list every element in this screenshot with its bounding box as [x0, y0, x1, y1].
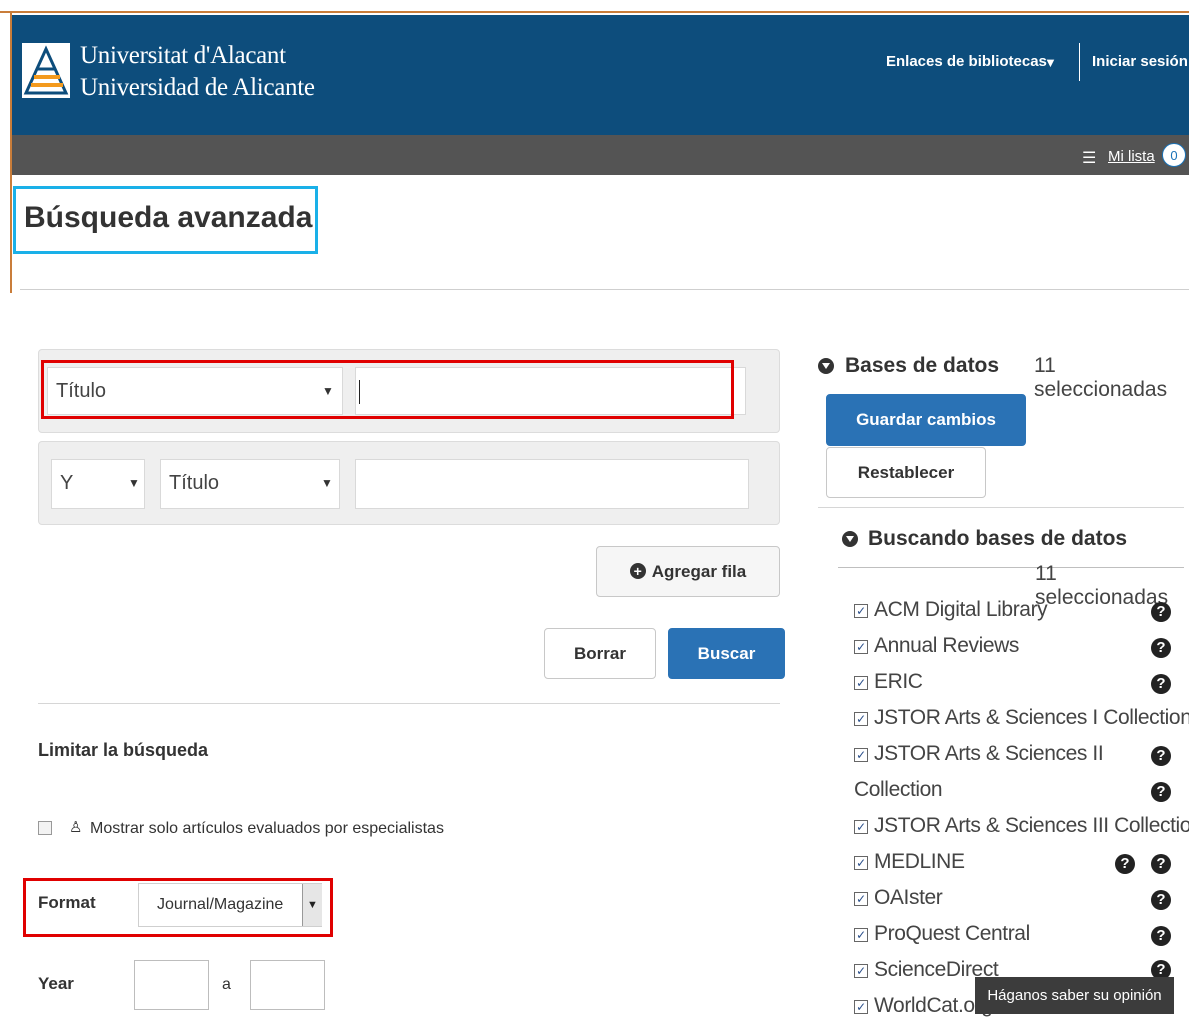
database-item[interactable]: ✓ ERIC — [854, 670, 923, 694]
divider — [20, 289, 1189, 290]
list-icon[interactable]: ☰ — [1082, 148, 1096, 168]
save-changes-button[interactable]: Guardar cambios — [826, 394, 1026, 446]
collapse-circle-icon[interactable] — [842, 531, 858, 547]
peer-reviewed-label[interactable]: Mostrar solo artículos evaluados por esp… — [90, 820, 444, 838]
database-item[interactable]: ✓ WorldCat.org — [854, 994, 993, 1018]
field-select-value: Título — [169, 472, 220, 494]
database-label: JSTOR Arts & Sciences I Collection — [874, 706, 1189, 729]
add-row-button[interactable]: + Agregar fila — [596, 546, 780, 597]
caret-down-icon: ▼ — [321, 476, 333, 490]
database-item[interactable]: ✓ MEDLINE — [854, 850, 965, 874]
my-list-count-badge[interactable]: 0 — [1162, 143, 1186, 167]
database-label: MEDLINE — [874, 850, 965, 873]
search-row-2: Y ▼ Título ▼ — [38, 441, 780, 525]
help-icon[interactable]: ? — [1151, 890, 1171, 910]
databases-count: 11 seleccionadas — [1034, 354, 1168, 401]
help-icon[interactable]: ? — [1151, 782, 1171, 802]
help-icon[interactable]: ? — [1151, 854, 1171, 874]
checkbox-checked[interactable]: ✓ — [854, 964, 868, 978]
database-label: Collection — [854, 778, 943, 801]
logo-text-spanish[interactable]: Universidad de Alicante — [80, 74, 315, 102]
year-to-input[interactable] — [250, 960, 325, 1010]
add-row-label: Agregar fila — [651, 562, 747, 581]
caret-down-icon[interactable]: ▼ — [1044, 55, 1057, 70]
highlight-box-search-row — [41, 360, 734, 419]
checkbox-checked[interactable]: ✓ — [854, 892, 868, 906]
database-item-continuation[interactable]: Collection — [854, 778, 943, 802]
database-label: Annual Reviews — [874, 634, 1019, 657]
database-item[interactable]: ✓ OAIster — [854, 886, 943, 910]
database-item[interactable]: ✓ JSTOR Arts & Sciences II — [854, 742, 1104, 766]
field-select-row2[interactable]: Título ▼ — [160, 459, 340, 509]
university-logo-icon[interactable] — [22, 43, 70, 98]
help-icon[interactable]: ? — [1115, 854, 1135, 874]
plus-circle-icon: + — [629, 563, 646, 579]
clear-button[interactable]: Borrar — [544, 628, 656, 679]
year-separator: a — [222, 976, 231, 993]
checkbox-checked[interactable]: ✓ — [854, 748, 868, 762]
collapse-circle-icon[interactable] — [818, 358, 834, 374]
database-item[interactable]: ✓ JSTOR Arts & Sciences III Collection — [854, 814, 1189, 838]
feedback-button[interactable]: Háganos saber su opinión — [975, 977, 1174, 1014]
operator-select-value: Y — [60, 472, 74, 494]
format-label: Format — [38, 893, 96, 912]
checkbox-checked[interactable]: ✓ — [854, 856, 868, 870]
page-title: Búsqueda avanzada — [24, 201, 313, 234]
databases-heading[interactable]: Bases de datos — [845, 354, 999, 378]
checkbox-checked[interactable]: ✓ — [854, 604, 868, 618]
help-icon[interactable]: ? — [1151, 638, 1171, 658]
my-list-link[interactable]: Mi lista — [1108, 148, 1155, 165]
header-divider — [1079, 43, 1080, 81]
person-icon: ♙ — [69, 819, 83, 836]
search-button[interactable]: Buscar — [668, 628, 785, 679]
checkbox-checked[interactable]: ✓ — [854, 1000, 868, 1014]
site-header: Universitat d'Alacant Universidad de Ali… — [12, 15, 1189, 135]
database-item[interactable]: ✓ JSTOR Arts & Sciences I Collection — [854, 706, 1189, 730]
user-toolbar: ☰ Mi lista 0 — [12, 135, 1189, 175]
login-link[interactable]: Iniciar sesión — [1092, 53, 1188, 70]
checkbox-checked[interactable]: ✓ — [854, 928, 868, 942]
database-label: ProQuest Central — [874, 922, 1030, 945]
database-item[interactable]: ✓ ProQuest Central — [854, 922, 1030, 946]
database-item[interactable]: ✓ Annual Reviews — [854, 634, 1019, 658]
help-icon[interactable]: ? — [1151, 926, 1171, 946]
limit-search-heading: Limitar la búsqueda — [38, 740, 209, 760]
checkbox-checked[interactable]: ✓ — [854, 820, 868, 834]
library-links-menu[interactable]: Enlaces de bibliotecas — [886, 53, 1047, 70]
divider — [818, 507, 1184, 508]
year-from-input[interactable] — [134, 960, 209, 1010]
caret-down-icon[interactable]: ▼ — [302, 884, 322, 926]
help-icon[interactable]: ? — [1151, 674, 1171, 694]
searching-databases-heading[interactable]: Buscando bases de datos — [868, 527, 1127, 551]
database-label: JSTOR Arts & Sciences III Collection — [874, 814, 1189, 837]
logo-text-valencian[interactable]: Universitat d'Alacant — [80, 42, 286, 70]
database-item[interactable]: ✓ ACM Digital Library — [854, 598, 1048, 622]
checkbox-checked[interactable]: ✓ — [854, 640, 868, 654]
format-select[interactable]: Journal/Magazine — [138, 883, 322, 927]
database-label: JSTOR Arts & Sciences II — [874, 742, 1104, 765]
divider — [38, 703, 780, 704]
database-label: ACM Digital Library — [874, 598, 1048, 621]
help-icon[interactable]: ? — [1151, 746, 1171, 766]
reset-button[interactable]: Restablecer — [826, 447, 986, 498]
operator-select[interactable]: Y ▼ — [51, 459, 145, 509]
checkbox-checked[interactable]: ✓ — [854, 676, 868, 690]
checkbox-checked[interactable]: ✓ — [854, 712, 868, 726]
database-label: ERIC — [874, 670, 923, 693]
screenshot-border-top — [0, 0, 1189, 13]
help-icon[interactable]: ? — [1151, 602, 1171, 622]
peer-reviewed-checkbox[interactable] — [38, 821, 52, 835]
database-label: OAIster — [874, 886, 943, 909]
year-label: Year — [38, 974, 74, 993]
search-term-input-row2[interactable] — [355, 459, 749, 509]
caret-down-icon: ▼ — [128, 476, 140, 490]
